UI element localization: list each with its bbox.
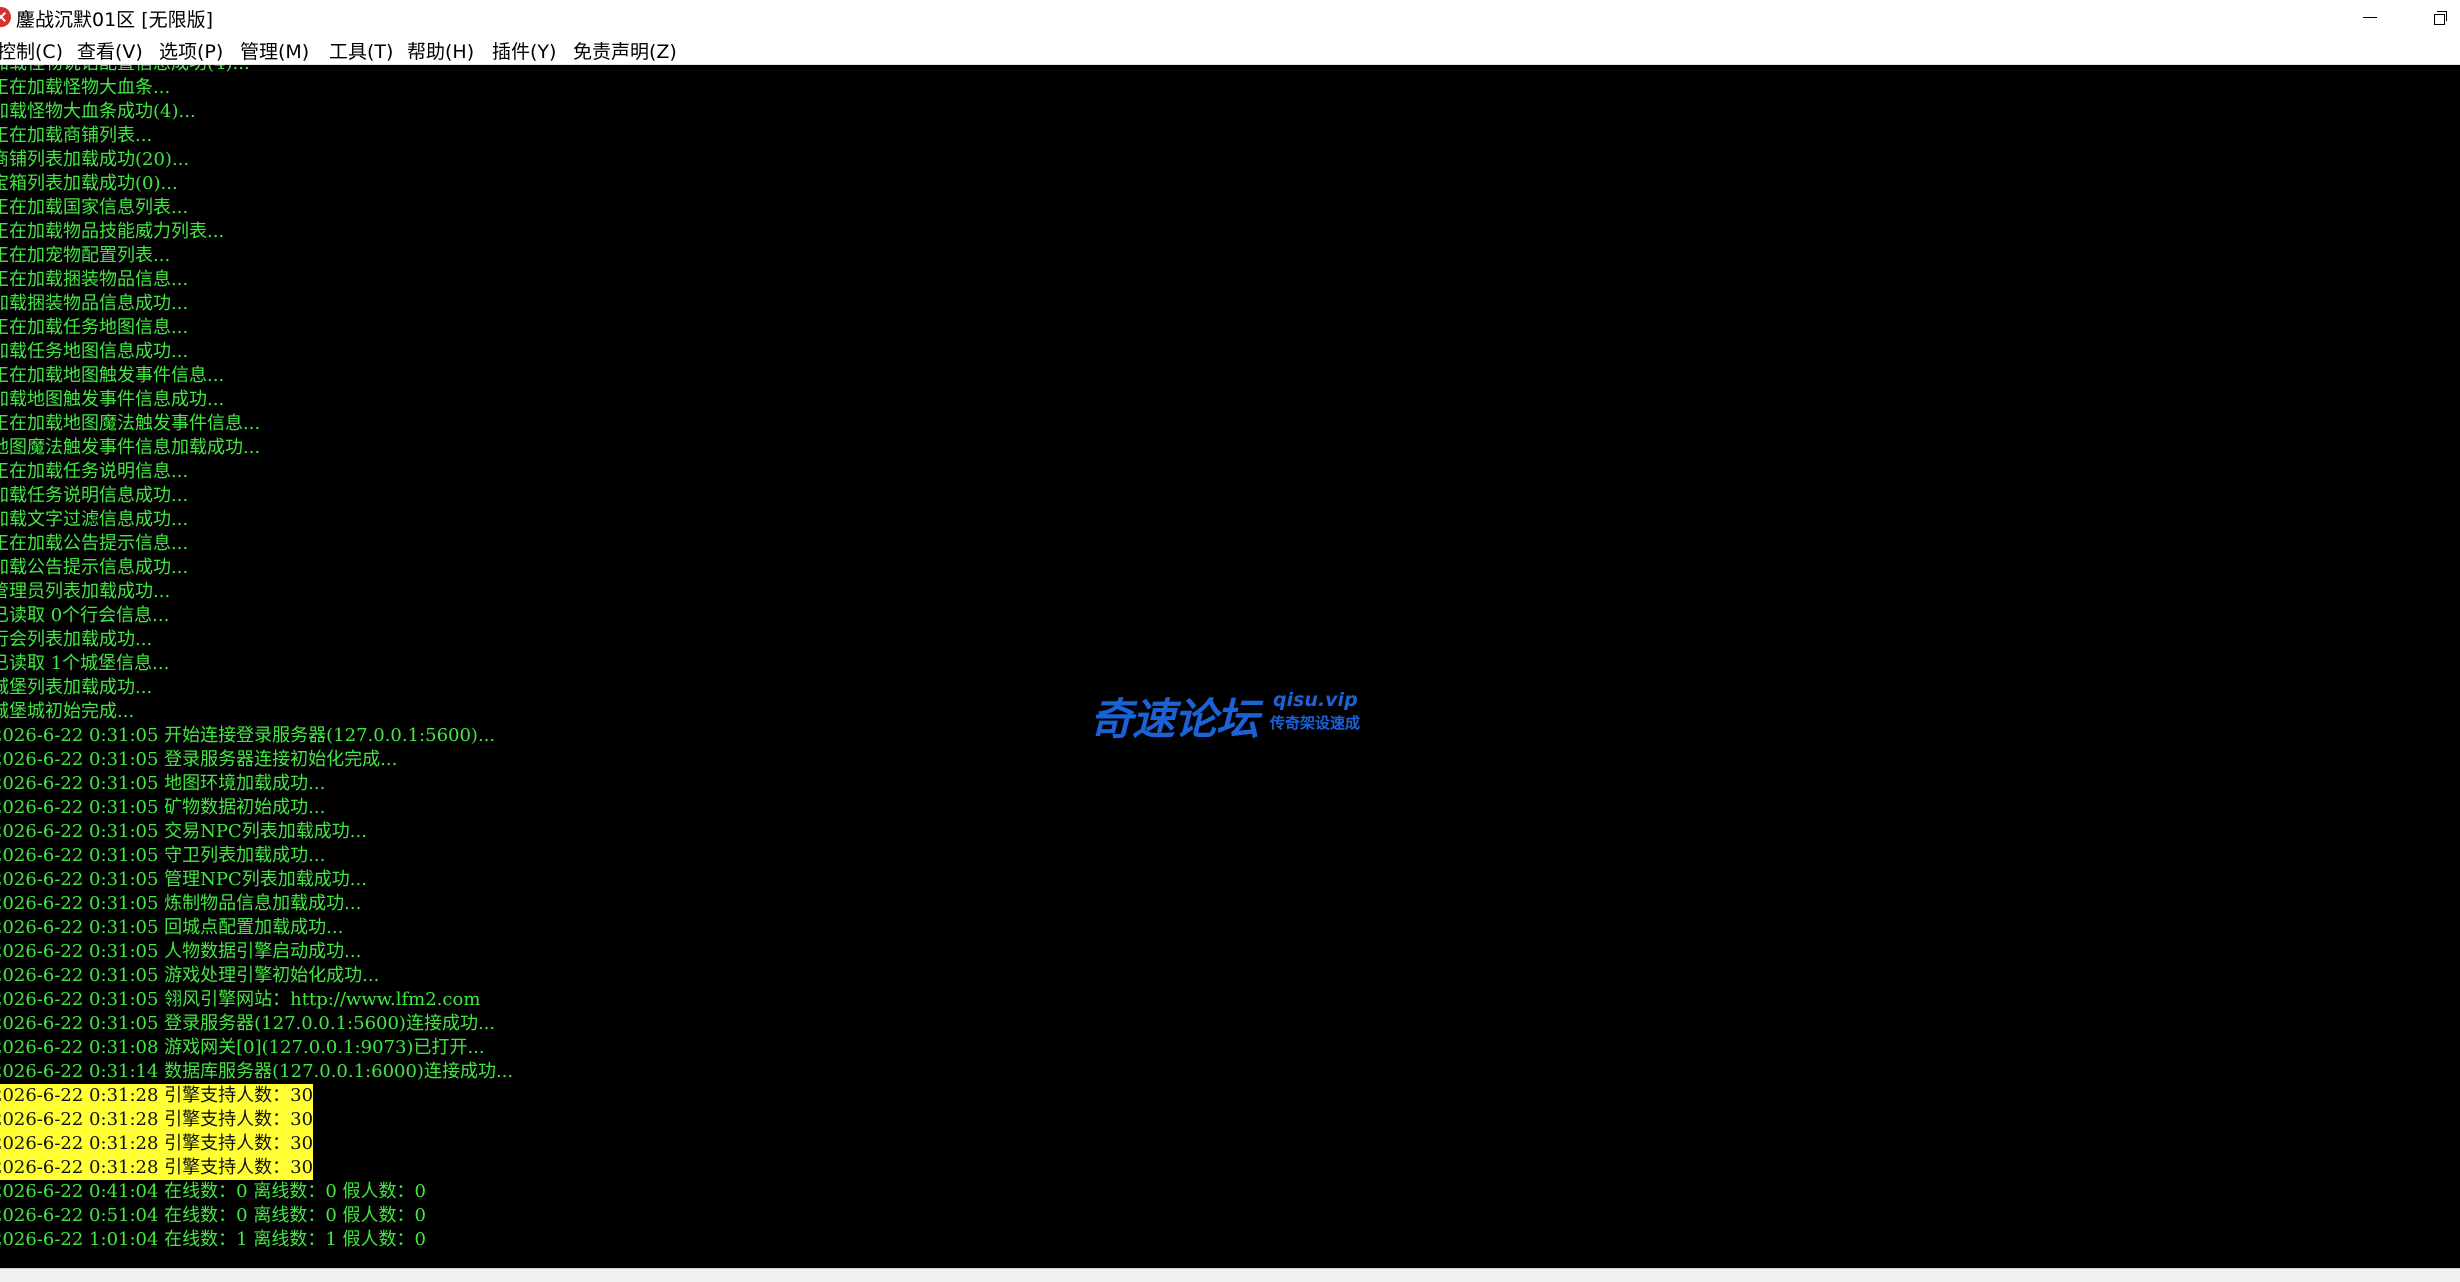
console-line: 2026-6-22 0:31:05 交易NPC列表加载成功... bbox=[0, 821, 367, 842]
console-line: 正在加宠物配置列表... bbox=[0, 245, 171, 266]
watermark-title: 奇速论坛 bbox=[1090, 695, 1259, 745]
console-line: 2026-6-22 0:31:05 开始连接登录服务器(127.0.0.1:56… bbox=[0, 725, 496, 746]
menu-control[interactable]: 控制(C) bbox=[0, 37, 63, 64]
console-line: 加载文字过滤信息成功... bbox=[0, 509, 189, 530]
console-line: 正在加载任务地图信息... bbox=[0, 317, 189, 338]
console-line: 2026-6-22 1:01:04 在线数：1 离线数：1 假人数：0 bbox=[0, 1229, 426, 1250]
console-line: 正在加载国家信息列表... bbox=[0, 197, 189, 218]
console-line: 2026-6-22 0:41:04 在线数：0 离线数：0 假人数：0 bbox=[0, 1181, 426, 1202]
console-line: 加载怪物说话配置信息成功(4)... bbox=[0, 65, 250, 76]
console-line: 2026-6-22 0:31:05 人物数据引擎启动成功... bbox=[0, 941, 362, 962]
console-line: 正在加载物品技能威力列表... bbox=[0, 221, 225, 242]
menu-plugins[interactable]: 插件(Y) bbox=[492, 37, 556, 64]
menu-help[interactable]: 帮助(H) bbox=[407, 37, 474, 64]
console-line: 行会列表加载成功... bbox=[0, 629, 153, 650]
console-line: 2026-6-22 0:31:05 翎风引擎网站：http://www.lfm2… bbox=[0, 989, 481, 1010]
window-title: 鏖战沉默01区 [无限版] bbox=[16, 9, 214, 31]
console-line: 2026-6-22 0:31:05 登录服务器连接初始化完成... bbox=[0, 749, 398, 770]
title-bar: 鏖战沉默01区 [无限版] bbox=[0, 0, 2460, 34]
console-line: 2026-6-22 0:51:04 在线数：0 离线数：0 假人数：0 bbox=[0, 1205, 426, 1226]
console-line-highlighted: 2026-6-22 0:31:28 引擎支持人数：30 bbox=[0, 1132, 314, 1156]
console-line: 已读取 0个行会信息... bbox=[0, 605, 170, 626]
console-line: 加载捆装物品信息成功... bbox=[0, 293, 189, 314]
console-line-highlighted: 2026-6-22 0:31:28 引擎支持人数：30 bbox=[0, 1156, 314, 1180]
console-line: 正在加载怪物大血条... bbox=[0, 77, 171, 98]
console-line: 已读取 1个城堡信息... bbox=[0, 653, 170, 674]
console-line: 城堡城初始完成... bbox=[0, 701, 135, 722]
console-line: 加载怪物大血条成功(4)... bbox=[0, 101, 196, 122]
menu-bar: 控制(C) 查看(V) 选项(P) 管理(M) 工具(T) 帮助(H) 插件(Y… bbox=[0, 34, 2460, 65]
console-line: 2026-6-22 0:31:05 守卫列表加载成功... bbox=[0, 845, 326, 866]
menu-options[interactable]: 选项(P) bbox=[159, 37, 223, 64]
console-line: 正在加载公告提示信息... bbox=[0, 533, 189, 554]
status-bar bbox=[0, 1268, 2460, 1282]
menu-disclaimer[interactable]: 免责声明(Z) bbox=[573, 37, 677, 64]
watermark-subtitle: 传奇架设速成 bbox=[1270, 714, 1361, 732]
menu-manage[interactable]: 管理(M) bbox=[240, 37, 309, 64]
console-line: 正在加载地图触发事件信息... bbox=[0, 365, 225, 386]
console-line: 2026-6-22 0:31:05 地图环境加载成功... bbox=[0, 773, 326, 794]
watermark: 奇速论坛 qisu.vip 传奇架设速成 bbox=[1090, 685, 1390, 745]
console-line: 2026-6-22 0:31:05 游戏处理引擎初始化成功... bbox=[0, 965, 380, 986]
console-line: 地图魔法触发事件信息加载成功... bbox=[0, 437, 261, 458]
restore-button[interactable] bbox=[2410, 0, 2460, 34]
console-line: 商铺列表加载成功(20)... bbox=[0, 149, 190, 170]
console-line: 宝箱列表加载成功(0)... bbox=[0, 173, 178, 194]
console-line: 管理员列表加载成功... bbox=[0, 581, 171, 602]
console-line-highlighted: 2026-6-22 0:31:28 引擎支持人数：30 bbox=[0, 1084, 314, 1108]
console-line-highlighted: 2026-6-22 0:31:28 引擎支持人数：30 bbox=[0, 1108, 314, 1132]
restore-icon bbox=[2434, 11, 2447, 25]
minimize-icon bbox=[2363, 16, 2377, 18]
console-line: 2026-6-22 0:31:05 登录服务器(127.0.0.1:5600)连… bbox=[0, 1013, 496, 1034]
console-line: 加载地图触发事件信息成功... bbox=[0, 389, 225, 410]
minimize-button[interactable] bbox=[2340, 0, 2400, 34]
console-line: 2026-6-22 0:31:05 炼制物品信息加载成功... bbox=[0, 893, 362, 914]
menu-tools[interactable]: 工具(T) bbox=[329, 37, 393, 64]
console-line: 加载任务说明信息成功... bbox=[0, 485, 189, 506]
console-line: 城堡列表加载成功... bbox=[0, 677, 153, 698]
console-line: 2026-6-22 0:31:05 管理NPC列表加载成功... bbox=[0, 869, 367, 890]
console-line: 正在加载任务说明信息... bbox=[0, 461, 189, 482]
watermark-domain: qisu.vip bbox=[1273, 689, 1358, 711]
menu-view[interactable]: 查看(V) bbox=[77, 37, 143, 64]
console-line: 正在加载商铺列表... bbox=[0, 125, 153, 146]
console-line: 2026-6-22 0:31:14 数据库服务器(127.0.0.1:6000)… bbox=[0, 1061, 514, 1082]
console-line: 加载公告提示信息成功... bbox=[0, 557, 189, 578]
console-line: 2026-6-22 0:31:08 游戏网关[0](127.0.0.1:9073… bbox=[0, 1037, 485, 1058]
console-line: 正在加载地图魔法触发事件信息... bbox=[0, 413, 261, 434]
console-log[interactable]: 奇速论坛 qisu.vip 传奇架设速成 加载怪物说话配置信息成功(4)...正… bbox=[0, 65, 2460, 1268]
console-line: 正在加载捆装物品信息... bbox=[0, 269, 189, 290]
console-line: 2026-6-22 0:31:05 回城点配置加载成功... bbox=[0, 917, 344, 938]
app-icon bbox=[0, 7, 11, 27]
console-line: 加载任务地图信息成功... bbox=[0, 341, 189, 362]
console-line: 2026-6-22 0:31:05 矿物数据初始成功... bbox=[0, 797, 326, 818]
